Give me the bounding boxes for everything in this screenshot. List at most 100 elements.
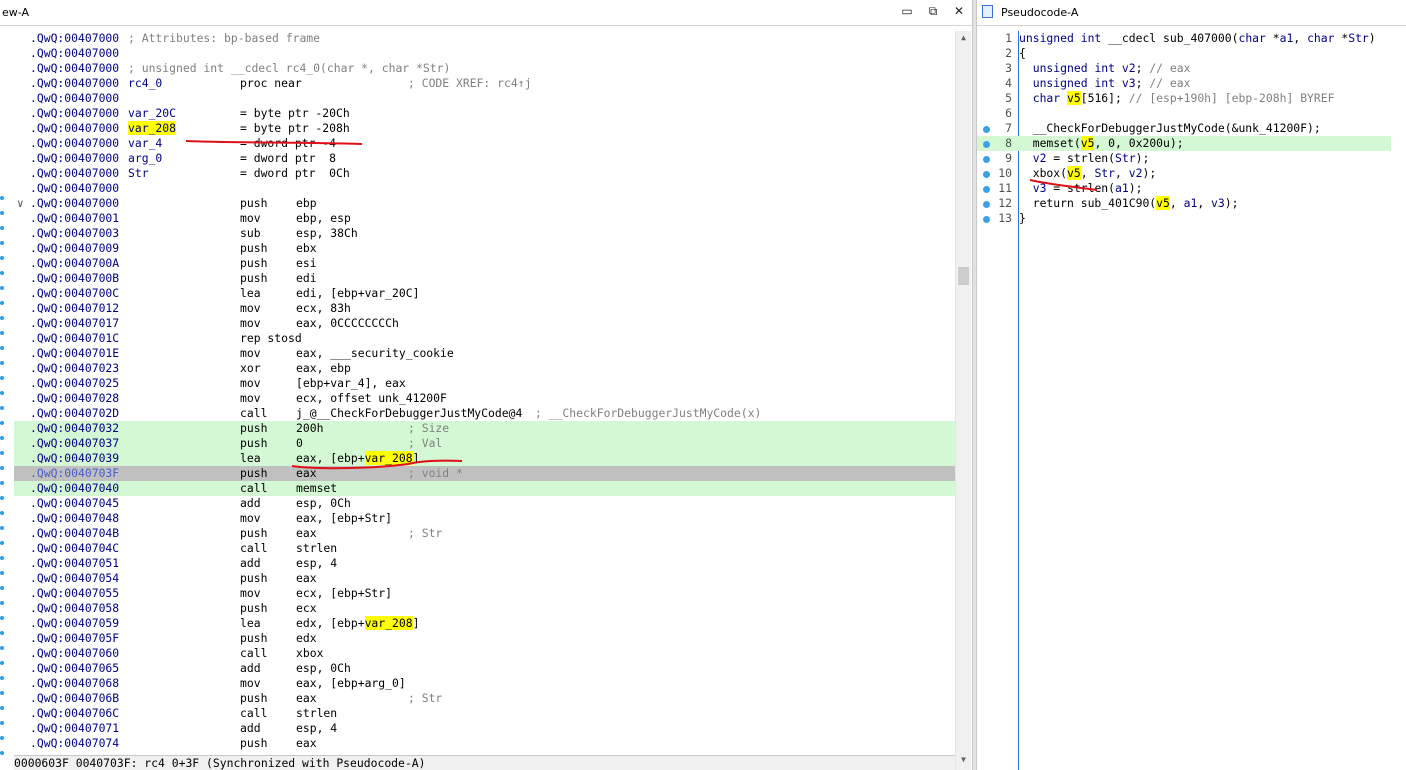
- disasm-line[interactable]: .QwQ:0040701C rep stosd: [14, 331, 955, 346]
- breakpoint-dot-icon[interactable]: [0, 421, 4, 425]
- disasm-line[interactable]: .QwQ:00407059 lea edx, [ebp+var_208]: [14, 616, 955, 631]
- disassembly-listing[interactable]: .QwQ:00407000 ; Attributes: bp-based fram…: [14, 31, 955, 751]
- pseudocode-line[interactable]: 12 return sub_401C90(v5, a1, v3);: [977, 196, 1391, 211]
- operand[interactable]: eax, [ebp+Str]: [296, 511, 392, 526]
- label[interactable]: var_208: [128, 121, 177, 136]
- disasm-line[interactable]: .QwQ:00407000 ; Attributes: bp-based fram…: [14, 31, 955, 46]
- pseudocode-line[interactable]: 1 unsigned int __cdecl sub_407000(char *a…: [977, 31, 1391, 46]
- pseudocode-line[interactable]: 4 unsigned int v3; // eax: [977, 76, 1391, 91]
- label[interactable]: var_20C: [128, 106, 176, 121]
- code-text[interactable]: __CheckForDebuggerJustMyCode(&unk_41200F…: [1019, 121, 1321, 136]
- breakpoint-dot-icon[interactable]: [0, 196, 4, 200]
- operand[interactable]: eax: [296, 736, 317, 751]
- operand[interactable]: eax: [296, 571, 317, 586]
- close-icon[interactable]: ✕: [952, 5, 966, 19]
- pseudocode-line[interactable]: 6: [977, 106, 1391, 121]
- disasm-line[interactable]: .QwQ:00407000: [14, 91, 955, 106]
- code-text[interactable]: v3 = strlen(a1);: [1019, 181, 1143, 196]
- operand[interactable]: esp, 4: [296, 556, 337, 571]
- disasm-line[interactable]: .QwQ:00407023 xor eax, ebp: [14, 361, 955, 376]
- pseudocode-line[interactable]: 13}: [977, 211, 1391, 226]
- label[interactable]: var_4: [128, 136, 162, 151]
- disasm-line[interactable]: .QwQ:00407000 Str = dword ptr 0Ch: [14, 166, 955, 181]
- breakpoint-dot-icon[interactable]: [0, 676, 4, 680]
- operand[interactable]: eax, ebp: [296, 361, 351, 376]
- breakpoint-dot-icon[interactable]: [0, 226, 4, 230]
- breakpoint-dot-icon[interactable]: [0, 721, 4, 725]
- operand[interactable]: [ebp+var_4], eax: [296, 376, 406, 391]
- code-text[interactable]: unsigned int v3; // eax: [1019, 76, 1191, 91]
- disassembly-scrollbar[interactable]: ▲ ▼: [955, 31, 971, 770]
- breakpoint-dot-icon[interactable]: [0, 346, 4, 350]
- breakpoint-dot-icon[interactable]: [0, 571, 4, 575]
- operand[interactable]: ebp: [296, 196, 317, 211]
- disasm-line[interactable]: .QwQ:00407045 add esp, 0Ch: [14, 496, 955, 511]
- operand[interactable]: edx: [296, 631, 317, 646]
- label[interactable]: Str: [128, 166, 149, 181]
- breakpoint-dot-icon[interactable]: [0, 616, 4, 620]
- breakpoint-dot-icon[interactable]: [0, 706, 4, 710]
- breakpoint-dot-icon[interactable]: [0, 391, 4, 395]
- disasm-line[interactable]: .QwQ:0040701E mov eax, ___security_cookie: [14, 346, 955, 361]
- pseudocode-line[interactable]: 3 unsigned int v2; // eax: [977, 61, 1391, 76]
- operand[interactable]: ecx, offset unk_41200F: [296, 391, 447, 406]
- operand[interactable]: eax, 0CCCCCCCCh: [296, 316, 399, 331]
- breakpoint-dot-icon[interactable]: [0, 466, 4, 470]
- operand[interactable]: eax, ___security_cookie: [296, 346, 454, 361]
- operand[interactable]: esi: [296, 256, 317, 271]
- pseudocode-listing[interactable]: 1 unsigned int __cdecl sub_407000(char *a…: [977, 31, 1391, 226]
- code-text[interactable]: unsigned int v2; // eax: [1019, 61, 1191, 76]
- breakpoint-dot-icon[interactable]: [0, 286, 4, 290]
- operand[interactable]: ecx, [ebp+Str]: [296, 586, 392, 601]
- disasm-line[interactable]: .QwQ:00407037 push 0 ; Val: [14, 436, 955, 451]
- disasm-line[interactable]: .QwQ:0040704B push eax ; Str: [14, 526, 955, 541]
- code-text[interactable]: xbox(v5, Str, v2);: [1019, 166, 1156, 181]
- operand[interactable]: edi: [296, 271, 317, 286]
- disasm-line[interactable]: .QwQ:0040704C call strlen: [14, 541, 955, 556]
- operand[interactable]: strlen: [296, 706, 337, 721]
- operand[interactable]: eax: [296, 526, 317, 541]
- disasm-line[interactable]: .QwQ:00407000 arg_0 = dword ptr 8: [14, 151, 955, 166]
- scroll-down-icon[interactable]: ▼: [956, 753, 971, 767]
- breakpoint-dot-icon[interactable]: [0, 331, 4, 335]
- code-text[interactable]: char v5[516]; // [esp+190h] [ebp-208h] B…: [1019, 91, 1334, 106]
- breakpoint-strip[interactable]: [0, 31, 4, 770]
- operand[interactable]: edx, [ebp+var_208]: [296, 616, 419, 631]
- disasm-line[interactable]: .QwQ:00407028 mov ecx, offset unk_41200F: [14, 391, 955, 406]
- disasm-line[interactable]: .QwQ:00407000 var_20C = byte ptr -20Ch: [14, 106, 955, 121]
- disasm-line[interactable]: .QwQ:0040706B push eax ; Str: [14, 691, 955, 706]
- disasm-line[interactable]: .QwQ:0040700C lea edi, [ebp+var_20C]: [14, 286, 955, 301]
- disasm-line[interactable]: .QwQ:00407068 mov eax, [ebp+arg_0]: [14, 676, 955, 691]
- pseudocode-line[interactable]: 5 char v5[516]; // [esp+190h] [ebp-208h]…: [977, 91, 1391, 106]
- breakpoint-dot-icon[interactable]: [0, 661, 4, 665]
- float-window-icon[interactable]: ⧉: [926, 5, 940, 19]
- operand[interactable]: ebp, esp: [296, 211, 351, 226]
- breakpoint-dot-icon[interactable]: [0, 751, 4, 755]
- disasm-line[interactable]: .QwQ:0040705F push edx: [14, 631, 955, 646]
- breakpoint-dot-icon[interactable]: [0, 526, 4, 530]
- breakpoint-dot-icon[interactable]: [0, 586, 4, 590]
- pseudocode-line[interactable]: 10 xbox(v5, Str, v2);: [977, 166, 1391, 181]
- operand[interactable]: esp, 0Ch: [296, 496, 351, 511]
- pseudocode-line[interactable]: 9 v2 = strlen(Str);: [977, 151, 1391, 166]
- breakpoint-dot-icon[interactable]: [0, 241, 4, 245]
- disasm-line[interactable]: .QwQ:00407054 push eax: [14, 571, 955, 586]
- pseudocode-line[interactable]: 11 v3 = strlen(a1);: [977, 181, 1391, 196]
- breakpoint-dot-icon[interactable]: [0, 496, 4, 500]
- operand[interactable]: memset: [296, 481, 337, 496]
- disasm-line[interactable]: .QwQ:00407000 ; unsigned int __cdecl rc4_…: [14, 61, 955, 76]
- disasm-line[interactable]: .QwQ:00407039 lea eax, [ebp+var_208]: [14, 451, 955, 466]
- disasm-line[interactable]: .QwQ:00407003 sub esp, 38Ch: [14, 226, 955, 241]
- disasm-line[interactable]: .QwQ:00407000: [14, 181, 955, 196]
- operand[interactable]: xbox: [296, 646, 323, 661]
- code-text[interactable]: }: [1019, 211, 1026, 226]
- operand[interactable]: 0: [296, 436, 303, 451]
- breakpoint-dot-icon[interactable]: [0, 481, 4, 485]
- disasm-line[interactable]: .QwQ:00407040 call memset: [14, 481, 955, 496]
- pseudocode-line[interactable]: 8 memset(v5, 0, 0x200u);: [977, 136, 1391, 151]
- operand[interactable]: ecx: [296, 601, 317, 616]
- code-text[interactable]: memset(v5, 0, 0x200u);: [1019, 136, 1184, 151]
- pseudocode-line[interactable]: 7 __CheckForDebuggerJustMyCode(&unk_4120…: [977, 121, 1391, 136]
- disasm-line[interactable]: .QwQ:00407025 mov [ebp+var_4], eax: [14, 376, 955, 391]
- operand[interactable]: esp, 38Ch: [296, 226, 358, 241]
